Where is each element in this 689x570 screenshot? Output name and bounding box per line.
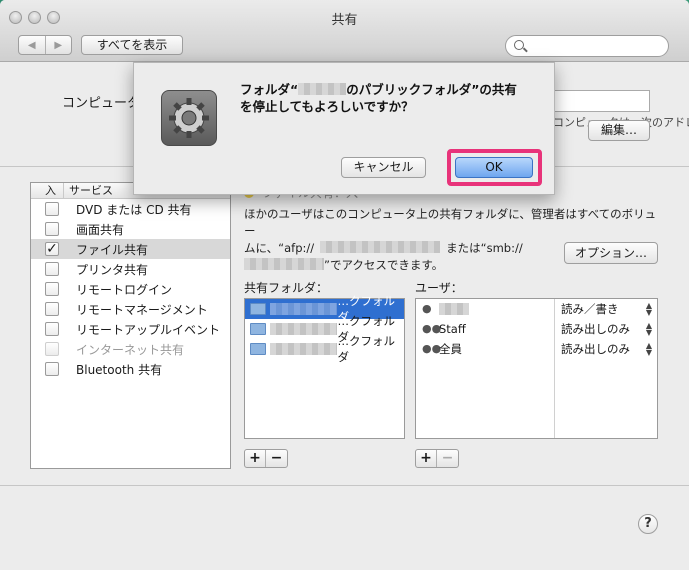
folder-add-remove: + − xyxy=(244,449,288,468)
users-label: ユーザ： xyxy=(415,281,463,295)
permission-popup[interactable]: 読み出しのみ xyxy=(554,321,630,337)
folder-row[interactable]: …クフォルダ xyxy=(245,334,404,364)
checkbox[interactable] xyxy=(45,282,59,296)
shared-folders-list: …クフォルダ …クフォルダ …クフォルダ xyxy=(244,294,405,439)
cancel-button[interactable]: キャンセル xyxy=(341,157,426,178)
search-field[interactable] xyxy=(505,35,669,57)
service-row-bluetooth[interactable]: Bluetooth 共有 xyxy=(31,359,230,379)
remove-user-button[interactable]: − xyxy=(437,450,458,467)
sharing-window: 共有 ◀ ▶ すべてを表示 コンピュータ名： …ローカルネットワーク上のコンピュ… xyxy=(0,0,689,570)
checkbox[interactable] xyxy=(45,362,59,376)
redacted-name xyxy=(298,83,347,95)
description-line-1: ほかのユーザはこのコンピュータ上の共有フォルダに、管理者はすべてのボリュー xyxy=(244,207,657,238)
divider xyxy=(0,485,689,486)
group-icon: ●● xyxy=(422,322,442,335)
service-label: Bluetooth 共有 xyxy=(76,362,163,377)
checkbox[interactable] xyxy=(45,342,59,356)
checkbox[interactable] xyxy=(45,202,59,216)
checkbox[interactable] xyxy=(45,262,59,276)
permission-popup[interactable]: 読み／書き xyxy=(554,301,619,317)
system-preferences-gear-icon xyxy=(161,90,217,146)
user-name-cell: ●● 全員 xyxy=(416,341,554,357)
service-row-remote-management[interactable]: リモートマネージメント xyxy=(31,299,230,319)
service-label: リモートマネージメント xyxy=(76,302,208,317)
user-name-cell: ●● Staff xyxy=(416,322,554,336)
edit-button[interactable]: 編集… xyxy=(588,120,650,141)
user-row[interactable]: ●● 全員 読み出しのみ ▲ ▼ xyxy=(416,339,657,359)
person-icon: ● xyxy=(422,302,432,315)
user-name: Staff xyxy=(439,322,466,336)
redacted-name xyxy=(270,303,338,315)
access-suffix: ”でアクセスできます。 xyxy=(324,258,444,272)
remove-folder-button[interactable]: − xyxy=(266,450,287,467)
help-button[interactable]: ? xyxy=(638,514,658,534)
add-folder-button[interactable]: + xyxy=(245,450,266,467)
service-row-internet-sharing[interactable]: インターネット共有 xyxy=(31,339,230,359)
folder-icon xyxy=(250,303,266,315)
service-label: リモートログイン xyxy=(76,282,173,297)
title-bar: 共有 ◀ ▶ すべてを表示 xyxy=(0,0,689,62)
window-title: 共有 xyxy=(331,13,358,28)
redacted-address xyxy=(320,241,441,253)
smb-prefix: または“smb:// xyxy=(446,241,523,255)
checkbox[interactable] xyxy=(45,322,59,336)
checkbox[interactable] xyxy=(45,302,59,316)
service-label: ファイル共有 xyxy=(76,242,149,257)
folder-icon xyxy=(250,343,266,355)
ok-highlight-annotation xyxy=(447,149,542,186)
service-label: プリンタ共有 xyxy=(76,262,149,277)
users-list: ● 読み／書き ▲ ▼ ●● Staff 読み出しのみ ▲ ▼ ●● 全員 読み出し… xyxy=(415,298,658,439)
afp-prefix: ムに、“afp:// xyxy=(244,241,315,255)
service-label: 画面共有 xyxy=(76,222,125,237)
service-label: DVD または CD 共有 xyxy=(76,202,192,217)
message-part: フォルダ“ xyxy=(240,82,299,97)
shared-folders-label: 共有フォルダ： xyxy=(244,281,329,295)
checkbox[interactable] xyxy=(45,222,59,236)
message-line-2: を停止してもよろしいですか？ xyxy=(240,99,414,114)
service-row-remote-apple-events[interactable]: リモートアップルイベント xyxy=(31,319,230,339)
checkbox-checked[interactable]: ✓ xyxy=(45,242,59,256)
service-row-file-sharing[interactable]: ✓ ファイル共有 xyxy=(31,239,230,259)
updown-arrows-icon[interactable]: ▲ ▼ xyxy=(646,302,652,317)
back-forward-buttons[interactable]: ◀ ▶ xyxy=(18,35,72,55)
service-label: インターネット共有 xyxy=(76,342,185,357)
permission-popup[interactable]: 読み出しのみ xyxy=(554,341,630,357)
header-service[interactable]: サービス xyxy=(64,183,113,198)
updown-arrows-icon[interactable]: ▲ ▼ xyxy=(646,322,652,337)
service-label: リモートアップルイベント xyxy=(76,322,221,337)
forward-arrow-icon[interactable]: ▶ xyxy=(46,36,72,54)
user-row[interactable]: ●● Staff 読み出しのみ ▲ ▼ xyxy=(416,319,657,339)
dialog-message: フォルダ“ のパブリックフォルダ”の共有 を停止してもよろしいですか？ xyxy=(240,81,540,115)
updown-arrows-icon[interactable]: ▲ ▼ xyxy=(646,342,652,357)
service-row-remote-login[interactable]: リモートログイン xyxy=(31,279,230,299)
header-on[interactable]: 入 xyxy=(31,183,64,198)
add-user-button[interactable]: + xyxy=(416,450,437,467)
service-list: 入 サービス DVD または CD 共有 画面共有 ✓ ファイル共有 プリンタ共… xyxy=(30,182,231,469)
show-all-button[interactable]: すべてを表示 xyxy=(81,35,183,55)
everyone-icon: ●● xyxy=(422,342,442,355)
user-name-cell: ● xyxy=(416,303,554,315)
message-line-1: フォルダ“ のパブリックフォルダ”の共有 xyxy=(240,81,540,98)
redacted-name xyxy=(270,343,338,355)
redacted-name xyxy=(270,323,338,335)
service-row-dvd[interactable]: DVD または CD 共有 xyxy=(31,199,230,219)
message-part: のパブリックフォルダ”の共有 xyxy=(346,82,517,97)
options-button[interactable]: オプション… xyxy=(564,242,658,264)
service-row-printer[interactable]: プリンタ共有 xyxy=(31,259,230,279)
redacted-address xyxy=(244,258,324,270)
folder-icon xyxy=(250,323,266,335)
user-row[interactable]: ● 読み／書き ▲ ▼ xyxy=(416,299,657,319)
user-name: 全員 xyxy=(439,342,462,356)
folder-label: …クフォルダ xyxy=(337,334,395,364)
user-add-remove: + − xyxy=(415,449,459,468)
service-row-screen[interactable]: 画面共有 xyxy=(31,219,230,239)
redacted-name xyxy=(439,303,469,315)
back-arrow-icon[interactable]: ◀ xyxy=(19,36,46,54)
search-icon xyxy=(514,40,524,50)
